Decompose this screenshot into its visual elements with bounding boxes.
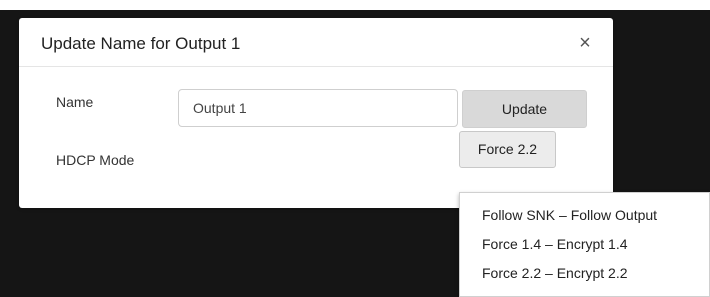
hdcp-option-follow-snk[interactable]: Follow SNK – Follow Output — [460, 204, 709, 233]
update-name-dialog: Update Name for Output 1 × Name Update H… — [19, 18, 613, 208]
dialog-header: Update Name for Output 1 × — [19, 18, 613, 67]
update-button[interactable]: Update — [462, 90, 587, 128]
name-label: Name — [56, 94, 94, 110]
dialog-title: Update Name for Output 1 — [41, 34, 241, 53]
close-icon[interactable]: × — [574, 32, 596, 54]
name-input[interactable] — [178, 89, 458, 127]
hdcp-option-force-2-2[interactable]: Force 2.2 – Encrypt 2.2 — [460, 262, 709, 291]
hdcp-mode-select[interactable]: Force 2.2 — [459, 131, 556, 168]
hdcp-option-force-1-4[interactable]: Force 1.4 – Encrypt 1.4 — [460, 233, 709, 262]
hdcp-mode-label: HDCP Mode — [56, 152, 135, 168]
hdcp-mode-dropdown: Follow SNK – Follow Output Force 1.4 – E… — [459, 192, 710, 297]
